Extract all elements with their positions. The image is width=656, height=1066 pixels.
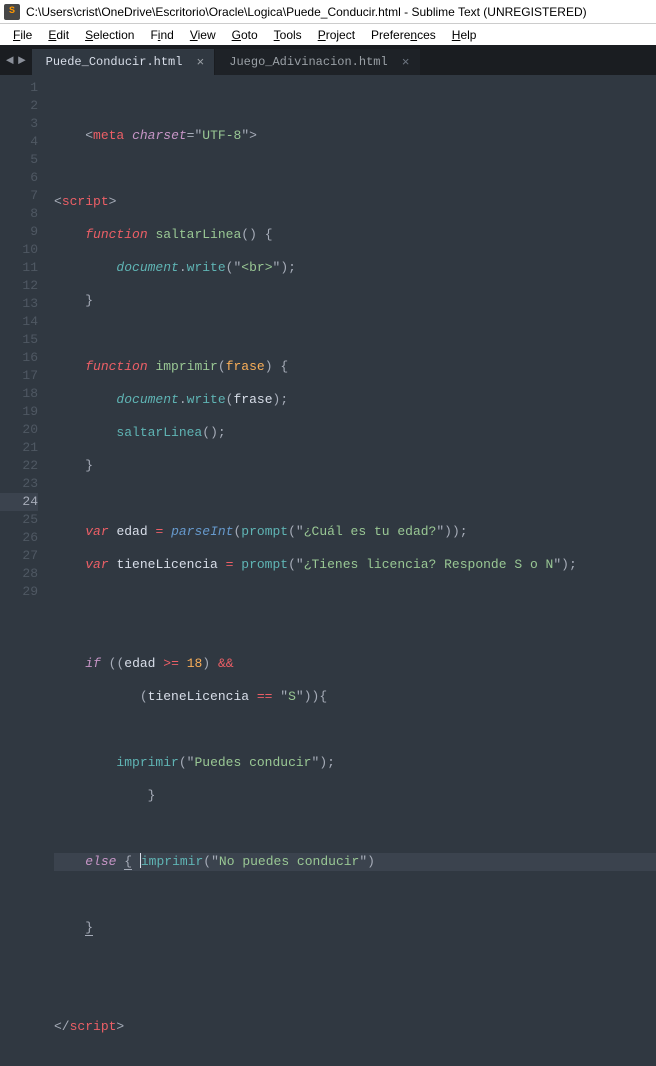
code-line: [54, 886, 656, 904]
line-number: 19: [0, 403, 38, 421]
line-number: 26: [0, 529, 38, 547]
line-number: 18: [0, 385, 38, 403]
window-title: C:\Users\crist\OneDrive\Escritorio\Oracl…: [26, 5, 587, 19]
editor[interactable]: 1 2 3 4 5 6 7 8 9 10 11 12 13 14 15 16 1…: [0, 75, 656, 613]
code-line: }: [54, 292, 656, 310]
line-number: 23: [0, 475, 38, 493]
code-line: [54, 589, 656, 607]
line-number: 9: [0, 223, 38, 241]
code-line: [54, 721, 656, 739]
code-line: <script>: [54, 193, 656, 211]
line-number: 8: [0, 205, 38, 223]
code-line: var edad = parseInt(prompt("¿Cuál es tu …: [54, 523, 656, 541]
app-icon: S: [4, 4, 20, 20]
tab-label: Puede_Conducir.html: [46, 55, 183, 69]
line-number: 5: [0, 151, 38, 169]
menu-preferences[interactable]: Preferences: [364, 26, 443, 44]
code-line: function saltarLinea() {: [54, 226, 656, 244]
code-line: </script>: [54, 1018, 656, 1036]
code-line: else { imprimir("No puedes conducir"): [54, 853, 656, 871]
code-line: [54, 952, 656, 970]
code-line: [54, 490, 656, 508]
code-line: var tieneLicencia = prompt("¿Tienes lice…: [54, 556, 656, 574]
code-line: (tieneLicencia == "S")){: [54, 688, 656, 706]
menu-edit[interactable]: Edit: [41, 26, 76, 44]
line-number: 3: [0, 115, 38, 133]
code-line: function imprimir(frase) {: [54, 358, 656, 376]
line-number: 17: [0, 367, 38, 385]
code-line: }: [54, 919, 656, 937]
code-line: [54, 820, 656, 838]
menu-selection[interactable]: Selection: [78, 26, 141, 44]
nav-arrows: ◄ ►: [0, 53, 32, 68]
line-number: 12: [0, 277, 38, 295]
code-line: [54, 94, 656, 112]
line-number: 7: [0, 187, 38, 205]
nav-back-icon[interactable]: ◄: [6, 53, 14, 68]
code-line: [54, 325, 656, 343]
text-cursor: [140, 853, 141, 868]
code-line: document.write("<br>");: [54, 259, 656, 277]
line-number: 28: [0, 565, 38, 583]
line-number: 22: [0, 457, 38, 475]
line-number: 29: [0, 583, 38, 601]
menu-file[interactable]: File: [6, 26, 39, 44]
code-line: [54, 622, 656, 640]
code-line: [54, 160, 656, 178]
code-line: document.write(frase);: [54, 391, 656, 409]
nav-forward-icon[interactable]: ►: [18, 53, 26, 68]
code-line: }: [54, 457, 656, 475]
gutter: 1 2 3 4 5 6 7 8 9 10 11 12 13 14 15 16 1…: [0, 75, 46, 613]
line-number: 1: [0, 79, 38, 97]
menu-view[interactable]: View: [183, 26, 223, 44]
tab-juego-adivinacion[interactable]: Juego_Adivinacion.html ×: [215, 49, 419, 75]
line-number: 11: [0, 259, 38, 277]
code-line: if ((edad >= 18) &&: [54, 655, 656, 673]
line-number: 10: [0, 241, 38, 259]
line-number: 14: [0, 313, 38, 331]
tab-label: Juego_Adivinacion.html: [229, 55, 387, 69]
code-line: }: [54, 787, 656, 805]
menu-help[interactable]: Help: [445, 26, 484, 44]
code-line: imprimir("Puedes conducir");: [54, 754, 656, 772]
line-number: 13: [0, 295, 38, 313]
line-number: 6: [0, 169, 38, 187]
close-icon[interactable]: ×: [402, 55, 410, 70]
tab-puede-conducir[interactable]: Puede_Conducir.html ×: [32, 49, 215, 75]
line-number: 2: [0, 97, 38, 115]
menu-project[interactable]: Project: [311, 26, 362, 44]
line-number: 15: [0, 331, 38, 349]
menubar: File Edit Selection Find View Goto Tools…: [0, 24, 656, 45]
code-line: saltarLinea();: [54, 424, 656, 442]
menu-tools[interactable]: Tools: [267, 26, 309, 44]
line-number: 21: [0, 439, 38, 457]
line-number: 20: [0, 421, 38, 439]
close-icon[interactable]: ×: [196, 55, 204, 70]
code-line: [54, 985, 656, 1003]
menu-find[interactable]: Find: [143, 26, 180, 44]
line-number: 24: [0, 493, 38, 511]
code-area[interactable]: <meta charset="UTF-8"> <script> function…: [46, 75, 656, 613]
line-number: 27: [0, 547, 38, 565]
line-number: 25: [0, 511, 38, 529]
titlebar: S C:\Users\crist\OneDrive\Escritorio\Ora…: [0, 0, 656, 24]
code-line: <meta charset="UTF-8">: [54, 127, 656, 145]
tab-bar: ◄ ► Puede_Conducir.html × Juego_Adivinac…: [0, 45, 656, 75]
line-number: 4: [0, 133, 38, 151]
line-number: 16: [0, 349, 38, 367]
menu-goto[interactable]: Goto: [225, 26, 265, 44]
